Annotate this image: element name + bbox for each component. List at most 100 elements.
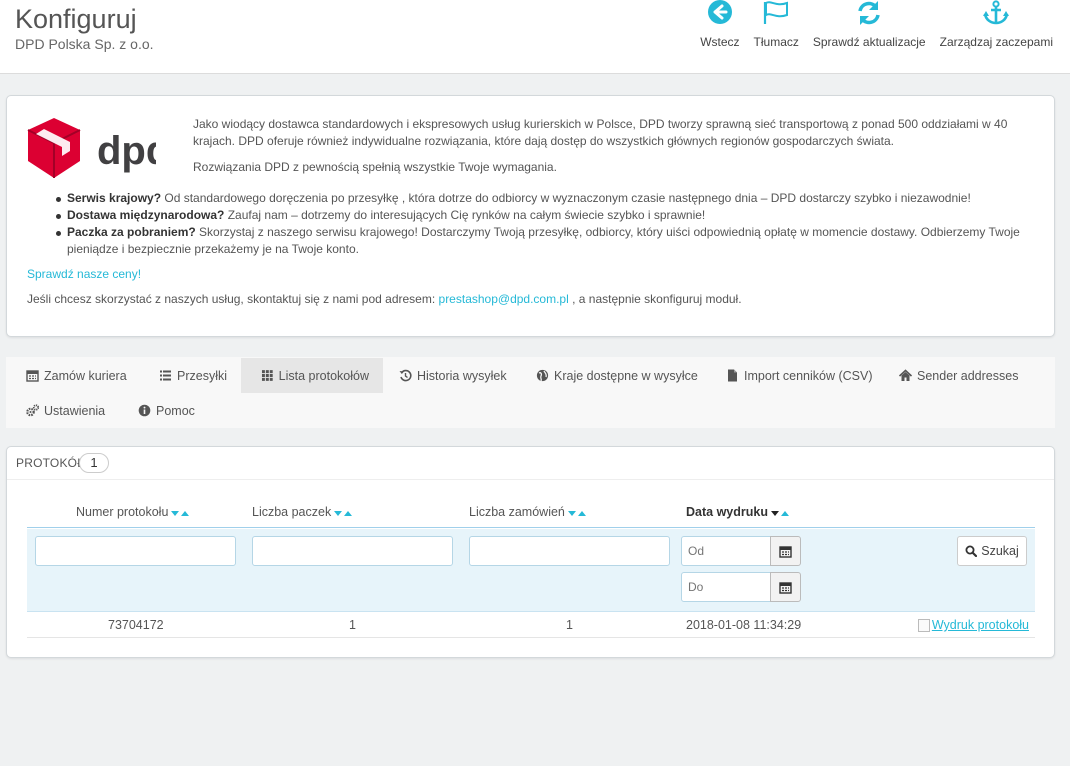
tab-label: Sender addresses xyxy=(917,368,1019,383)
tab-label: Import cenników (CSV) xyxy=(744,368,873,383)
tab-help[interactable]: Pomoc xyxy=(118,393,209,428)
page-header: Konfiguruj DPD Polska Sp. z o.o. Wstecz … xyxy=(0,0,1070,74)
column-label: Data wydruku xyxy=(686,505,768,519)
refresh-icon xyxy=(858,1,880,25)
page-subtitle: DPD Polska Sp. z o.o. xyxy=(15,36,154,52)
date-to-input[interactable] xyxy=(681,572,771,602)
calendar-icon xyxy=(779,545,792,558)
feature-title: Serwis krajowy? xyxy=(67,191,162,205)
tab-label: Ustawienia xyxy=(44,403,106,418)
contact-after: , a następnie skonfiguruj moduł. xyxy=(568,292,742,306)
calendar-icon xyxy=(26,370,39,382)
contact-email-link[interactable]: prestashop@dpd.com.pl xyxy=(439,292,569,306)
date-to-group xyxy=(681,572,801,602)
date-to-picker-button[interactable] xyxy=(770,572,801,602)
dpd-logo: dpd xyxy=(27,118,156,178)
column-label: Liczba paczek xyxy=(252,505,332,519)
tab-label: Przesyłki xyxy=(177,368,228,383)
home-icon xyxy=(899,369,912,381)
feature-title: Paczka za pobraniem? xyxy=(67,225,196,239)
check-updates-label: Sprawdź aktualizacje xyxy=(812,35,926,49)
cell-orders: 1 xyxy=(566,618,573,632)
tab-label: Lista protokołów xyxy=(278,368,369,383)
check-prices-link[interactable]: Sprawdź nasze ceny! xyxy=(27,267,141,281)
date-from-input[interactable] xyxy=(681,536,771,566)
feature-text: Zaufaj nam – dotrzemy do interesujących … xyxy=(224,208,706,222)
info-icon xyxy=(138,404,151,417)
back-label: Wstecz xyxy=(700,35,740,49)
sort-icon[interactable] xyxy=(567,505,586,519)
cell-protocol-number: 73704172 xyxy=(108,618,164,632)
logo-wordmark: dpd xyxy=(97,129,156,173)
column-label: Numer protokołu xyxy=(76,505,169,519)
contact-text: Jeśli chcesz skorzystać z naszych usług,… xyxy=(27,292,742,306)
column-label: Liczba zamówień xyxy=(469,505,565,519)
manage-hooks-button[interactable]: Zarządzaj zaczepami xyxy=(933,0,1060,52)
feature-text: Od standardowego doręczenia po przesyłkę… xyxy=(161,191,971,205)
grid-icon xyxy=(261,370,273,381)
tab-label: Zamów kuriera xyxy=(44,368,127,383)
column-header-protocol-number[interactable]: Numer protokołu xyxy=(76,505,190,519)
intro-text: Jako wiodący dostawca standardowych i ek… xyxy=(193,116,1038,185)
intro-paragraph-1: Jako wiodący dostawca standardowych i ek… xyxy=(193,117,1008,148)
panel-heading: PROTOKÓŁ 1 xyxy=(7,447,1054,480)
calendar-icon xyxy=(779,581,792,594)
table-row: 73704172 1 1 2018-01-08 11:34:29 Wydruk … xyxy=(27,613,1035,638)
tab-protocol-list[interactable]: Lista protokołów xyxy=(241,358,383,393)
protocol-number-filter[interactable] xyxy=(35,536,236,566)
list-item: Serwis krajowy? Od standardowego doręcze… xyxy=(56,190,1042,207)
tab-order-courier[interactable]: Zamów kuriera xyxy=(6,358,141,393)
date-from-group xyxy=(681,536,801,566)
column-header-orders[interactable]: Liczba zamówień xyxy=(469,505,586,519)
search-label: Szukaj xyxy=(981,544,1019,558)
tab-label: Kraje dostępne w wysyłce xyxy=(554,368,698,383)
broken-image-icon xyxy=(917,618,930,632)
protocols-panel: PROTOKÓŁ 1 Numer protokołu Liczba paczek… xyxy=(6,446,1055,658)
tab-label: Pomoc xyxy=(156,403,195,418)
globe-icon xyxy=(536,369,549,382)
count-badge: 1 xyxy=(79,453,109,473)
cell-packages: 1 xyxy=(349,618,356,632)
search-icon xyxy=(965,545,978,557)
list-item: Paczka za pobraniem? Skorzystaj z naszeg… xyxy=(56,224,1042,258)
print-protocol-label: Wydruk protokołu xyxy=(931,618,1029,632)
orders-filter[interactable] xyxy=(469,536,670,566)
toolbar: Wstecz Tłumacz Sprawdź aktualizacje Zarz… xyxy=(693,0,1060,52)
feature-title: Dostawa międzynarodowa? xyxy=(67,208,225,222)
sort-icon[interactable] xyxy=(334,505,353,519)
feature-text: Skorzystaj z naszego serwisu krajowego! … xyxy=(67,225,1020,256)
back-circle-icon xyxy=(707,0,732,24)
back-button[interactable]: Wstecz xyxy=(693,0,746,52)
page-title: Konfiguruj xyxy=(15,4,137,34)
tab-label: Historia wysyłek xyxy=(417,368,507,383)
filter-row: Szukaj xyxy=(27,529,1035,612)
manage-hooks-label: Zarządzaj zaczepami xyxy=(939,35,1053,49)
list-item: Dostawa międzynarodowa? Zaufaj nam – dot… xyxy=(56,207,1042,224)
tab-shipments[interactable]: Przesyłki xyxy=(139,358,241,393)
print-protocol-link[interactable]: Wydruk protokołu xyxy=(917,618,1029,632)
sort-icon[interactable] xyxy=(770,505,789,519)
history-icon xyxy=(399,369,412,382)
panel-title: PROTOKÓŁ xyxy=(16,456,85,470)
translate-label: Tłumacz xyxy=(753,35,799,49)
check-updates-button[interactable]: Sprawdź aktualizacje xyxy=(806,0,933,52)
tab-available-countries[interactable]: Kraje dostępne w wysyłce xyxy=(516,358,712,393)
cogs-icon xyxy=(26,404,39,417)
column-header-packages[interactable]: Liczba paczek xyxy=(252,505,353,519)
tab-sender-addresses[interactable]: Sender addresses xyxy=(879,358,1032,393)
table-header: Numer protokołu Liczba paczek Liczba zam… xyxy=(27,501,1035,528)
packages-filter[interactable] xyxy=(252,536,453,566)
translate-button[interactable]: Tłumacz xyxy=(747,0,806,52)
features-list: Serwis krajowy? Od standardowego doręcze… xyxy=(56,190,1042,258)
flag-icon xyxy=(764,1,789,24)
module-tabs: Zamów kuriera Przesyłki Lista protokołów… xyxy=(6,357,1055,428)
tab-shipping-history[interactable]: Historia wysyłek xyxy=(379,358,521,393)
column-header-print-date[interactable]: Data wydruku xyxy=(686,505,789,519)
tab-import-prices[interactable]: Import cenników (CSV) xyxy=(706,358,887,393)
search-button[interactable]: Szukaj xyxy=(957,536,1027,566)
cell-print-date: 2018-01-08 11:34:29 xyxy=(686,618,802,632)
sort-icon[interactable] xyxy=(171,505,190,519)
list-icon xyxy=(160,370,171,381)
tab-settings[interactable]: Ustawienia xyxy=(6,393,119,428)
date-from-picker-button[interactable] xyxy=(770,536,801,566)
